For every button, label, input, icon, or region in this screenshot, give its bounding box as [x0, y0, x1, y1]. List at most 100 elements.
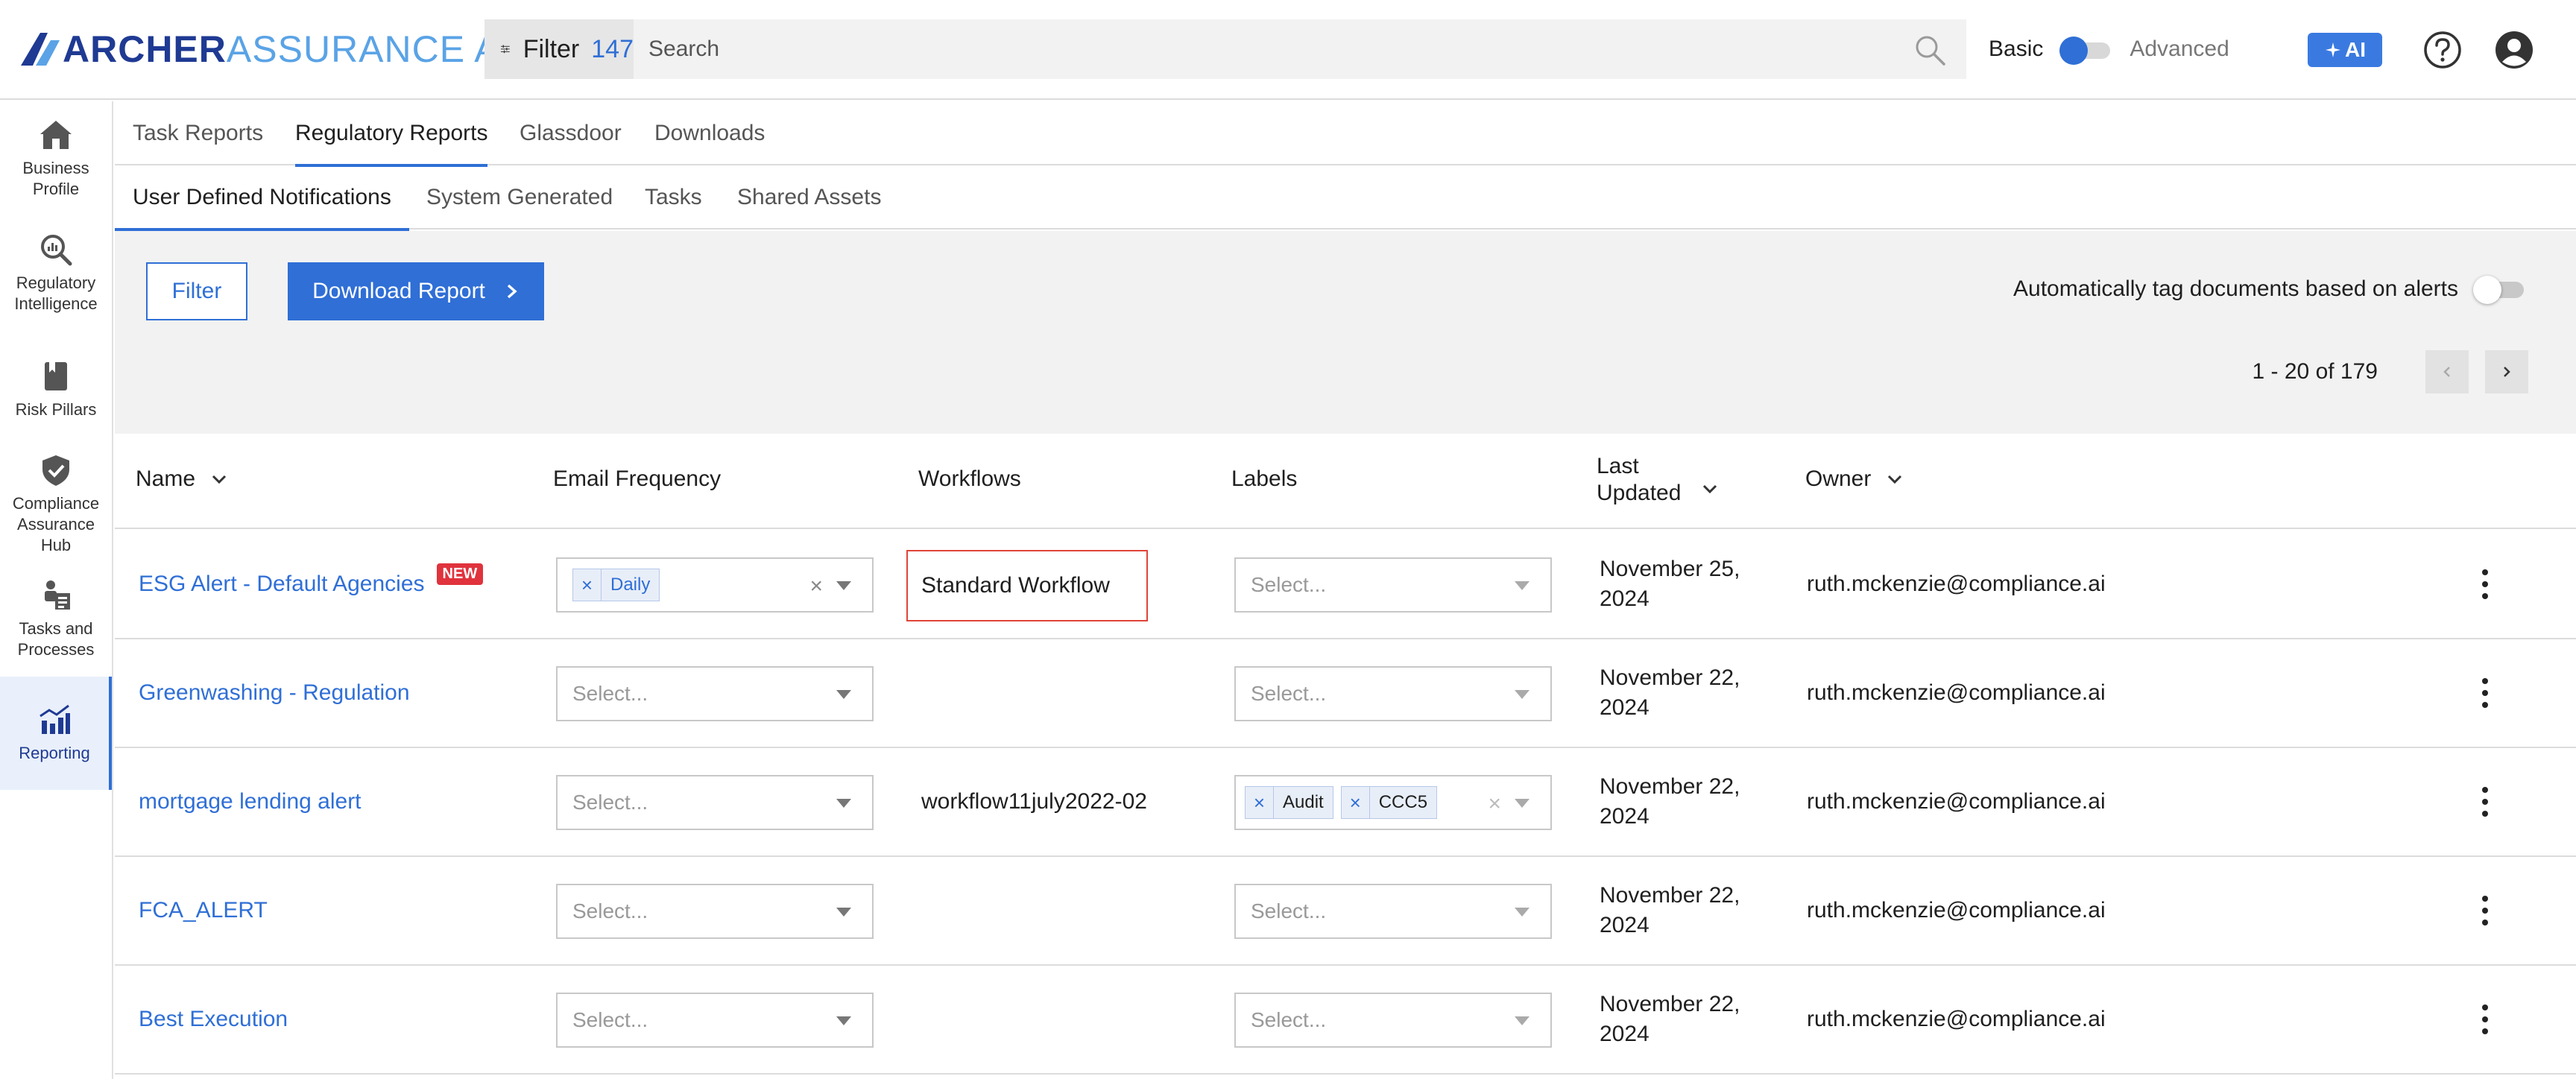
chevron-down-icon	[1702, 484, 1717, 494]
column-header-last-updated[interactable]: Last Updated	[1597, 453, 1719, 507]
email-frequency-select[interactable]: × Daily ×	[556, 557, 874, 613]
notification-name-link[interactable]: mortgage lending alert	[139, 789, 362, 814]
select-placeholder: Select...	[572, 791, 648, 814]
name-cell: FCA_ALERT	[139, 857, 268, 964]
more-options-icon[interactable]	[2479, 785, 2491, 818]
clear-icon[interactable]: ×	[1488, 791, 1501, 817]
owner-cell: ruth.mckenzie@compliance.ai	[1807, 680, 2106, 705]
pagination: 1 - 20 of 179	[2253, 350, 2528, 393]
caret-down-icon	[836, 690, 851, 699]
chevron-left-icon	[2443, 367, 2450, 377]
owner-cell: ruth.mckenzie@compliance.ai	[1807, 898, 2106, 923]
chevron-right-icon	[2504, 367, 2510, 377]
tab-tasks[interactable]: Tasks	[645, 165, 702, 230]
ai-label: AI	[2345, 38, 2366, 61]
chevron-down-icon	[1888, 475, 1902, 484]
workflow-value[interactable]: Standard Workflow	[906, 550, 1148, 621]
remove-chip-icon[interactable]: ×	[1342, 786, 1370, 819]
column-header-owner[interactable]: Owner	[1805, 466, 1904, 492]
date-line: November 22,	[1600, 883, 1740, 908]
email-frequency-select[interactable]: Select...	[556, 775, 874, 830]
more-options-icon[interactable]	[2479, 677, 2491, 709]
download-report-button[interactable]: Download Report	[288, 262, 544, 320]
sidebar-item-compliance-assurance-hub[interactable]: Compliance Assurance Hub	[0, 453, 112, 556]
column-label: Email Frequency	[553, 466, 722, 491]
labels-select[interactable]: × Audit × CCC5 ×	[1234, 775, 1552, 830]
labels-select[interactable]: Select...	[1234, 884, 1552, 939]
tab-regulatory-reports[interactable]: Regulatory Reports	[295, 101, 488, 167]
email-frequency-select[interactable]: Select...	[556, 666, 874, 721]
sidebar-item-risk-pillars[interactable]: Risk Pillars	[0, 359, 112, 420]
notification-name-link[interactable]: FCA_ALERT	[139, 898, 268, 923]
date-year: 2024	[1600, 586, 1650, 611]
top-bar: ARCHER ASSURANCE AI Filter 147 Basic Adv…	[0, 0, 2576, 100]
sidebar-label: Business Profile	[22, 159, 89, 198]
tab-user-defined-notifications[interactable]: User Defined Notifications	[115, 165, 409, 231]
shield-check-icon	[42, 455, 69, 486]
labels-select[interactable]: Select...	[1234, 557, 1552, 613]
sidebar-label: Tasks and Processes	[17, 619, 95, 659]
new-badge: NEW	[436, 563, 484, 585]
filter-button[interactable]: Filter	[146, 262, 247, 320]
clear-icon[interactable]: ×	[809, 574, 823, 599]
tab-glassdoor[interactable]: Glassdoor	[520, 101, 622, 165]
filter-label: Filter	[523, 34, 580, 63]
help-icon[interactable]	[2422, 30, 2463, 70]
tab-shared-assets[interactable]: Shared Assets	[737, 165, 881, 230]
email-frequency-select[interactable]: Select...	[556, 884, 874, 939]
caret-down-icon	[1515, 908, 1530, 917]
chip-label: Audit	[1283, 792, 1324, 812]
date-line: November 22,	[1600, 665, 1740, 690]
caret-down-icon	[1515, 799, 1530, 808]
global-filter-button[interactable]: Filter 147	[484, 19, 634, 79]
remove-chip-icon[interactable]: ×	[573, 569, 602, 601]
sidebar-item-reporting[interactable]: Reporting	[0, 677, 112, 790]
caret-down-icon	[836, 908, 851, 917]
ai-button[interactable]: AI	[2308, 33, 2382, 67]
workflow-value[interactable]: workflow11july2022-02	[921, 748, 1147, 855]
labels-select[interactable]: Select...	[1234, 993, 1552, 1048]
brand-word-archer: ARCHER	[63, 28, 227, 70]
user-avatar-icon[interactable]	[2494, 30, 2534, 70]
date-line: November 25,	[1600, 557, 1740, 581]
more-options-icon[interactable]	[2479, 568, 2491, 601]
email-frequency-select[interactable]: Select...	[556, 993, 874, 1048]
table-row: FCA_ALERT Select... Select... November 2…	[115, 857, 2576, 966]
last-updated-cell: November 25, 2024	[1600, 531, 1778, 638]
remove-chip-icon[interactable]: ×	[1246, 786, 1274, 819]
archer-logo-icon	[21, 33, 60, 66]
caret-down-icon	[1515, 581, 1530, 590]
date-year: 2024	[1600, 804, 1650, 829]
search-icon[interactable]	[1914, 34, 1945, 66]
more-options-icon[interactable]	[2479, 894, 2491, 927]
chip-label: CCC5	[1378, 792, 1428, 812]
search-input[interactable]	[634, 19, 1826, 79]
chip: × Daily	[572, 569, 660, 601]
sliders-icon	[501, 45, 510, 54]
notification-name-link[interactable]: Best Execution	[139, 1007, 288, 1032]
search-bar	[634, 19, 1966, 79]
notification-name-link[interactable]: Greenwashing - Regulation	[139, 680, 410, 706]
auto-tag-toggle[interactable]	[2473, 276, 2525, 304]
sidebar-label: Regulatory Intelligence	[14, 273, 98, 313]
mode-toggle[interactable]	[2059, 37, 2113, 65]
more-options-icon[interactable]	[2479, 1003, 2491, 1036]
column-header-name[interactable]: Name	[136, 466, 228, 492]
sidebar-item-business-profile[interactable]: Business Profile	[0, 118, 112, 200]
sidebar-item-tasks-and-processes[interactable]: Tasks and Processes	[0, 578, 112, 660]
labels-select[interactable]: Select...	[1234, 666, 1552, 721]
tab-system-generated[interactable]: System Generated	[426, 165, 613, 230]
report-actions: Filter Download Report Automatically tag…	[115, 231, 2576, 434]
caret-down-icon	[836, 581, 851, 590]
column-header-labels: Labels	[1231, 466, 1297, 492]
tab-downloads[interactable]: Downloads	[654, 101, 765, 165]
next-page-button[interactable]	[2485, 350, 2528, 393]
previous-page-button[interactable]	[2425, 350, 2469, 393]
brand-logo[interactable]: ARCHER ASSURANCE AI	[21, 28, 511, 70]
chart-icon	[40, 704, 70, 734]
notification-name-link[interactable]: ESG Alert - Default Agencies	[139, 572, 425, 597]
tab-task-reports[interactable]: Task Reports	[133, 101, 263, 165]
name-cell: ESG Alert - Default Agencies NEW	[139, 531, 484, 638]
sidebar-item-regulatory-intelligence[interactable]: Regulatory Intelligence	[0, 232, 112, 314]
brand-word-assurance: ASSURANCE AI	[226, 28, 511, 70]
